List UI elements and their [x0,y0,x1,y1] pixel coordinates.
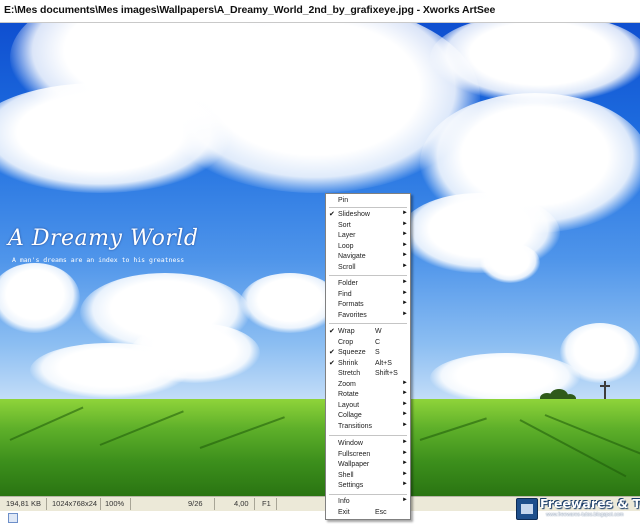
status-key: F1 [262,499,271,508]
submenu-arrow-icon: ► [402,262,408,269]
menu-item-favorites[interactable]: Favorites ► [326,311,410,322]
submenu-arrow-icon: ► [402,400,408,407]
watermark-logo: Freewares & Tutos www.freewares-tutos.bl… [516,494,640,524]
menu-item-layout[interactable]: Layout ► [326,401,410,412]
menu-item-loop[interactable]: Loop ► [326,242,410,253]
menu-item-rotate[interactable]: Rotate ► [326,390,410,401]
watermark-url: www.freewares-tutos.blogspot.com [546,512,624,518]
menu-item-zoom[interactable]: Zoom ► [326,380,410,391]
menu-shortcut: S [375,349,380,356]
title-bar[interactable]: E:\Mes documents\Mes images\Wallpapers\A… [0,0,640,23]
menu-item-scroll[interactable]: Scroll ► [326,263,410,274]
status-dimensions: 1024x768x24 [52,499,98,508]
menu-shortcut: Shift+S [375,370,398,377]
menu-item-sort[interactable]: Sort ► [326,221,410,232]
submenu-arrow-icon: ► [402,460,408,466]
window-title: E:\Mes documents\Mes images\Wallpapers\A… [4,4,496,16]
check-icon: ✔ [329,359,335,367]
menu-item-pin[interactable]: Pin [326,196,410,207]
submenu-arrow-icon: ► [402,421,408,428]
menu-item-shrink[interactable]: ✔ Shrink Alt+S [326,359,410,370]
menu-item-settings[interactable]: Settings ► [326,481,410,492]
submenu-arrow-icon: ► [402,300,408,306]
menu-shortcut: Alt+S [375,359,392,367]
submenu-arrow-icon: ► [402,449,408,456]
menu-item-wrap[interactable]: ✔ Wrap W [326,327,410,338]
cloud [560,323,640,383]
context-menu: Pin ✔ Slideshow ► Sort ► Layer ► Loop ► … [325,193,411,520]
menu-item-transitions[interactable]: Transitions ► [326,422,410,433]
menu-item-window[interactable]: Window ► [326,439,410,450]
freewares-tutos-logo-icon [516,498,538,520]
image-viewport[interactable]: A Dreamy World A man's dreams are an ind… [0,23,640,496]
submenu-arrow-icon: ► [402,279,408,285]
submenu-arrow-icon: ► [402,210,408,216]
status-zoom: 100% [105,499,125,508]
status-file-size: 194,81 KB [6,499,42,508]
menu-item-label: Pin [338,197,349,204]
cloud [30,343,190,398]
menu-item-folder[interactable]: Folder ► [326,279,410,290]
check-icon: ✔ [329,211,335,218]
check-icon: ✔ [329,328,335,335]
menu-item-exit[interactable]: Exit Esc [326,508,410,519]
menu-shortcut: C [375,338,381,346]
menu-item-find[interactable]: Find ► [326,290,410,301]
submenu-arrow-icon: ► [402,241,408,248]
menu-item-slideshow[interactable]: ✔ Slideshow ► [326,210,410,221]
submenu-arrow-icon: ► [402,231,408,237]
watermark-name: Freewares & Tutos [540,496,640,511]
menu-item-info[interactable]: Info ► [326,497,410,508]
menu-item-crop[interactable]: Crop C [326,338,410,349]
menu-item-squeeze[interactable]: ✔ Squeeze S [326,348,410,359]
wallpaper-subtitle: A man's dreams are an index to his great… [12,256,185,264]
submenu-arrow-icon: ► [402,252,408,258]
submenu-arrow-icon: ► [402,310,408,317]
menu-shortcut: Esc [375,508,387,516]
menu-item-formats[interactable]: Formats ► [326,300,410,311]
submenu-arrow-icon: ► [402,289,408,296]
grass-field [0,399,640,496]
submenu-arrow-icon: ► [402,497,408,503]
status-position: 9/26 [188,499,203,508]
menu-item-wallpaper[interactable]: Wallpaper ► [326,460,410,471]
menu-item-navigate[interactable]: Navigate ► [326,252,410,263]
submenu-arrow-icon: ► [402,481,408,487]
window-icon [8,513,18,523]
status-value: 4,00 [234,499,249,508]
check-icon: ✔ [329,349,335,356]
menu-shortcut: W [375,328,382,335]
submenu-arrow-icon: ► [402,220,408,227]
submenu-arrow-icon: ► [402,390,408,396]
cloud [480,243,540,283]
menu-item-layer[interactable]: Layer ► [326,231,410,242]
wallpaper-title: A Dreamy World [8,226,199,251]
menu-item-fullscreen[interactable]: Fullscreen ► [326,450,410,461]
submenu-arrow-icon: ► [402,439,408,445]
menu-item-shell[interactable]: Shell ► [326,471,410,482]
menu-item-collage[interactable]: Collage ► [326,411,410,422]
submenu-arrow-icon: ► [402,470,408,477]
menu-item-stretch[interactable]: Stretch Shift+S [326,369,410,380]
cloud [0,263,80,333]
submenu-arrow-icon: ► [402,379,408,386]
submenu-arrow-icon: ► [402,411,408,417]
